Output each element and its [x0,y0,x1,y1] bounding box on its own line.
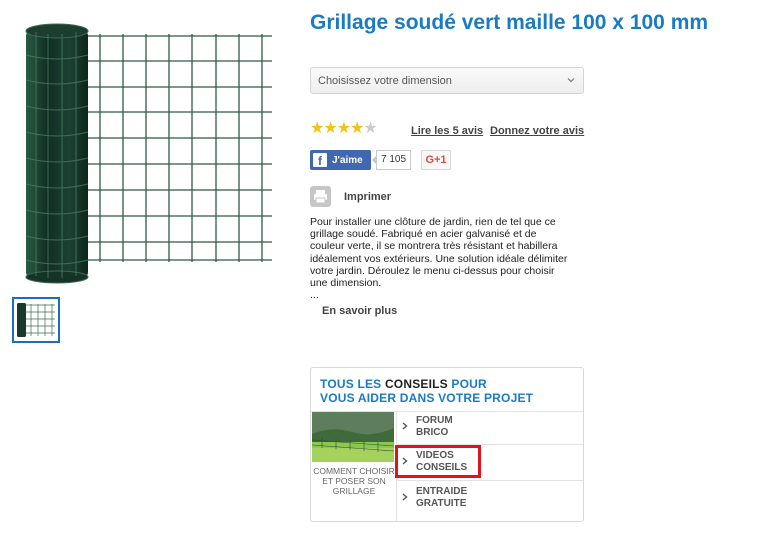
menu-item-entraide-gratuite[interactable]: ENTRAIDE GRATUITE [402,486,476,509]
google-plus-button[interactable]: G+1 [421,150,451,170]
print-link[interactable]: Imprimer [344,191,391,203]
dimension-select[interactable]: Choisissez votre dimension [310,67,584,94]
conseils-heading-line2: VOUS AIDER DANS VOTRE PROJET [320,391,534,405]
description-ellipsis: ... [310,289,319,301]
star-icon: ★ [323,120,337,137]
facebook-like-label: J'aime [332,154,363,166]
chevron-down-icon [567,78,575,83]
read-reviews-link[interactable]: Lire les 5 avis [411,125,483,137]
product-description: Pour installer une clôture de jardin, ri… [310,216,568,290]
product-image[interactable] [20,22,278,284]
facebook-icon: f [313,153,327,167]
conseils-heading-part3: POUR [447,377,487,391]
menu-item-forum-brico[interactable]: FORUM BRICO [402,415,476,438]
conseils-heading-part1: TOUS LES [320,377,385,391]
video-thumbnail[interactable] [312,412,394,462]
product-title: Grillage soudé vert maille 100 x 100 mm [310,11,709,34]
conseils-heading: TOUS LES CONSEILS POUR VOUS AIDER DANS V… [320,377,533,405]
conseils-heading-part2: CONSEILS [384,377,448,391]
star-icon: ★ [336,120,351,137]
chevron-right-icon [402,422,408,430]
video-caption[interactable]: COMMENT CHOISIR ET POSER SON GRILLAGE [311,466,397,496]
read-more-link[interactable]: En savoir plus [322,305,397,317]
star-empty-icon: ★ [363,120,377,137]
highlight-box [395,445,481,478]
facebook-like-count: 7 105 [371,150,412,170]
star-icon: ★ [310,120,324,137]
product-thumbnail[interactable] [12,297,60,343]
give-review-link[interactable]: Donnez votre avis [490,125,584,137]
menu-item-label: ENTRAIDE GRATUITE [416,486,468,509]
divider [397,480,583,481]
printer-icon[interactable] [310,186,331,207]
dimension-select-placeholder: Choisissez votre dimension [318,75,452,87]
chevron-right-icon [402,493,408,501]
rating-stars: ★★★★★ [310,120,378,137]
facebook-like-button[interactable]: f J'aime [310,150,371,170]
menu-item-label: FORUM BRICO [416,415,453,438]
star-icon: ★ [350,120,364,137]
